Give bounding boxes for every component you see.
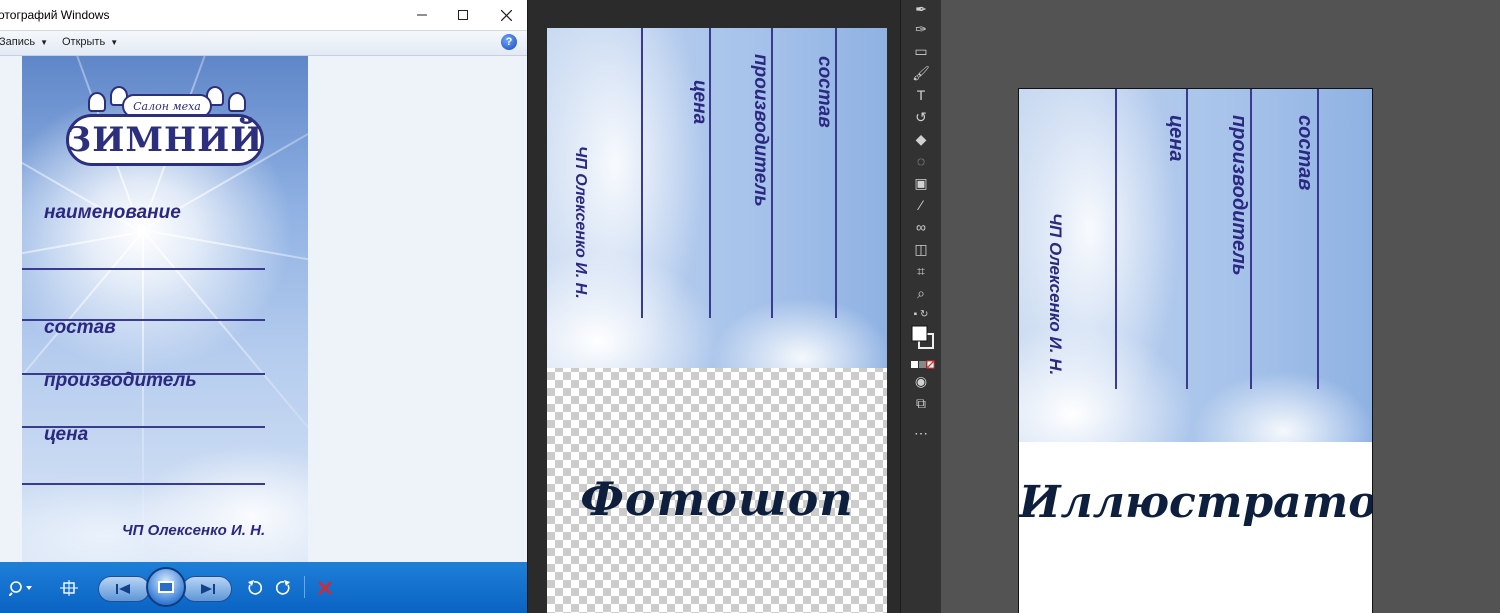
- rotate-ccw-icon: [248, 580, 262, 595]
- owner-label: ЧП Олексенко И. Н.: [1046, 213, 1065, 376]
- illustrator-toolbar: ✒ ✑ ▭ 🖌 T ↺ ◆ ◌ ▣ ⁄ ∞ ◫ ⌗ ⌕ ▪ ↻ ◉ ⧉ ⋯: [900, 0, 942, 613]
- draw-mode-icon[interactable]: ◉: [911, 372, 931, 390]
- delete-icon: [318, 581, 332, 595]
- color-mode-swatches: [911, 360, 935, 369]
- divider-line: [641, 28, 643, 318]
- rotate-icon[interactable]: ↺: [911, 108, 931, 126]
- help-icon[interactable]: ?: [501, 34, 517, 50]
- rotated-price-tag: цена производитель состав ЧП Олексенко И…: [547, 28, 887, 368]
- divider-line: [771, 28, 773, 318]
- name-label: наименование: [44, 202, 181, 223]
- manufacturer-label: производитель: [44, 370, 197, 391]
- zoom-button[interactable]: [4, 576, 38, 600]
- divider-line: [22, 483, 265, 485]
- owner-label: ЧП Олексенко И. Н.: [122, 522, 266, 539]
- paintbrush-icon[interactable]: 🖌: [911, 64, 931, 82]
- swap-colors-icon[interactable]: ▪ ↻: [911, 306, 931, 324]
- snow-tree-icon: [88, 92, 106, 112]
- zoom-icon: [9, 581, 32, 596]
- more-tools-icon[interactable]: ⋯: [911, 424, 931, 442]
- artboard-icon[interactable]: ⌗: [911, 262, 931, 280]
- actual-size-button[interactable]: [58, 576, 80, 600]
- logo-title: ЗИМНИЙ: [66, 120, 264, 160]
- next-button[interactable]: [182, 576, 232, 602]
- open-menu-label: Открыть: [62, 36, 106, 48]
- photoshop-document[interactable]: цена производитель состав ЧП Олексенко И…: [547, 28, 887, 613]
- rectangle-icon[interactable]: ▭: [911, 42, 931, 60]
- menu-bar: Запись ▼ Открыть ▼ ?: [0, 31, 527, 56]
- eyedropper-icon[interactable]: ⁄: [911, 196, 931, 214]
- zoom-icon[interactable]: ⌕: [911, 284, 931, 302]
- lasso-icon[interactable]: ◌: [911, 152, 931, 170]
- composition-label: состав: [814, 56, 835, 128]
- chevron-down-icon: ▼: [110, 38, 119, 47]
- sun-ray: [22, 231, 143, 291]
- delete-button[interactable]: [314, 576, 336, 600]
- fit-window-icon: [60, 580, 78, 596]
- rotated-price-tag: цена производитель состав ЧП Олексенко И…: [1019, 89, 1372, 442]
- eraser-icon[interactable]: ◆: [911, 130, 931, 148]
- divider-line: [709, 28, 711, 318]
- price-label: цена: [689, 80, 710, 125]
- divider-line: [835, 28, 837, 318]
- shape-builder-icon[interactable]: ◫: [911, 240, 931, 258]
- close-button[interactable]: [486, 0, 526, 30]
- store-logo: Салон меха ЗИМНИЙ: [66, 82, 264, 166]
- divider-line: [1317, 89, 1319, 389]
- illustrator-canvas-area: цена производитель состав ЧП Олексенко И…: [941, 0, 1500, 613]
- illustrator-caption: Иллюстратор: [1019, 477, 1373, 528]
- gradient-icon[interactable]: ▣: [911, 174, 931, 192]
- rotate-cw-icon: [276, 580, 290, 595]
- composition-label: состав: [44, 317, 116, 338]
- screen-mode-icon[interactable]: ⧉: [911, 394, 931, 412]
- blend-icon[interactable]: ∞: [911, 218, 931, 236]
- photoshop-canvas-area: цена производитель состав ЧП Олексенко И…: [527, 0, 901, 613]
- maximize-icon: [458, 10, 468, 20]
- maximize-button[interactable]: [443, 0, 483, 30]
- minimize-button[interactable]: [402, 0, 442, 30]
- previous-icon: [116, 584, 130, 594]
- chevron-down-icon: ▼: [40, 38, 49, 47]
- fill-stroke-swatch: [911, 325, 934, 349]
- logo-subtitle: Салон меха: [133, 99, 201, 113]
- fill-stroke-icon[interactable]: [911, 324, 934, 352]
- price-tag-image: Салон меха ЗИМНИЙ наименование состав пр…: [22, 56, 308, 562]
- close-icon: [500, 9, 512, 21]
- burn-menu[interactable]: Запись ▼: [0, 36, 48, 48]
- photoshop-caption: Фотошоп: [580, 472, 854, 526]
- manufacturer-label: производитель: [750, 54, 771, 207]
- previous-button[interactable]: [98, 576, 150, 602]
- open-menu[interactable]: Открыть ▼: [62, 36, 118, 48]
- rotate-left-button[interactable]: [244, 576, 264, 600]
- divider-line: [1250, 89, 1252, 389]
- viewer-toolbar: [0, 562, 527, 613]
- photo-display: Салон меха ЗИМНИЙ наименование состав пр…: [0, 56, 527, 562]
- illustrator-artboard[interactable]: цена производитель состав ЧП Олексенко И…: [1018, 88, 1373, 613]
- price-label: цена: [1165, 115, 1187, 162]
- title-bar[interactable]: отографий Windows: [0, 0, 527, 31]
- snow-tree-icon: [228, 92, 246, 112]
- sun-ray: [142, 231, 144, 561]
- curvature-pen-icon[interactable]: ✑: [911, 20, 931, 38]
- window-title: отографий Windows: [0, 8, 110, 22]
- toolbar-divider: [304, 576, 305, 598]
- burn-menu-label: Запись: [0, 36, 36, 48]
- rotate-right-button[interactable]: [274, 576, 294, 600]
- price-label: цена: [44, 424, 89, 445]
- divider-line: [1115, 89, 1117, 389]
- owner-label: ЧП Олексенко И. Н.: [572, 146, 589, 299]
- divider-line: [22, 268, 265, 270]
- minimize-icon: [417, 14, 427, 16]
- pen-icon[interactable]: ✒: [911, 0, 931, 18]
- type-icon[interactable]: T: [911, 86, 931, 104]
- manufacturer-label: производитель: [1228, 115, 1250, 276]
- composition-label: состав: [1294, 115, 1316, 191]
- photo-viewer-window: отографий Windows Запись ▼ Открыть ▼ ? С…: [0, 0, 527, 613]
- logo-title-plate: ЗИМНИЙ: [66, 114, 264, 166]
- slideshow-button[interactable]: [146, 567, 186, 607]
- next-icon: [201, 584, 215, 594]
- slideshow-icon: [158, 581, 174, 593]
